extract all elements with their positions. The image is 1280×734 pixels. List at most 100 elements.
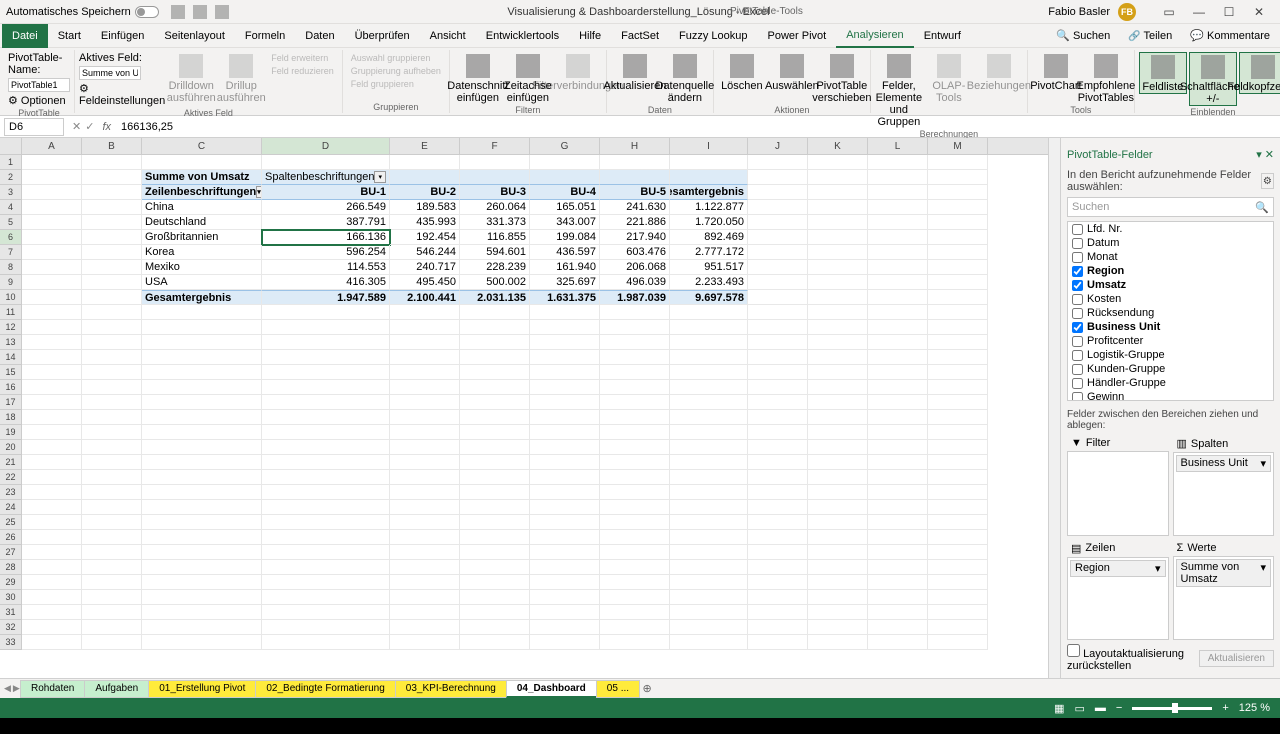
cell[interactable] [22,275,82,290]
cell[interactable] [390,395,460,410]
cell[interactable] [22,620,82,635]
cell[interactable] [600,350,670,365]
field-checkbox[interactable] [1072,322,1083,333]
cell[interactable] [22,560,82,575]
cell[interactable] [808,320,868,335]
cell[interactable] [600,620,670,635]
cell[interactable] [460,440,530,455]
cell[interactable] [460,530,530,545]
field-item[interactable]: Rücksendung [1068,306,1273,320]
cell[interactable] [530,350,600,365]
fx-icon[interactable]: fx [102,121,111,133]
undo-icon[interactable] [193,5,207,19]
cell[interactable] [748,320,808,335]
cell[interactable] [22,260,82,275]
cell[interactable] [82,335,142,350]
headers-button[interactable]: Feldkopfzeilen [1239,52,1280,94]
cell[interactable] [142,305,262,320]
sheet-tab[interactable]: 03_KPI-Berechnung [395,680,507,698]
field-checkbox[interactable] [1072,238,1083,249]
cell[interactable] [262,575,390,590]
row-header-23[interactable]: 23 [0,485,22,500]
cell[interactable] [530,560,600,575]
data-cell[interactable]: 325.697 [530,275,600,290]
cell[interactable] [670,350,748,365]
cell[interactable] [748,215,808,230]
cell[interactable] [748,560,808,575]
update-button[interactable]: Aktualisieren [1199,650,1274,667]
cell[interactable] [928,380,988,395]
cell[interactable] [460,635,530,650]
cell[interactable] [460,395,530,410]
cell[interactable] [600,320,670,335]
cell[interactable] [82,635,142,650]
sheet-tab[interactable]: 04_Dashboard [506,680,597,698]
cell[interactable] [390,320,460,335]
cell[interactable] [262,335,390,350]
cell[interactable] [600,590,670,605]
cell[interactable] [928,260,988,275]
cell[interactable] [460,155,530,170]
zoom-level[interactable]: 125 % [1239,702,1270,714]
cell[interactable] [142,620,262,635]
filter-drop-area[interactable] [1067,451,1169,536]
cell[interactable] [808,500,868,515]
data-cell[interactable]: 343.007 [530,215,600,230]
cell[interactable] [748,260,808,275]
data-cell[interactable]: 496.039 [600,275,670,290]
page-break-view-icon[interactable]: ▬ [1095,702,1106,714]
cell[interactable] [142,410,262,425]
cell[interactable] [460,365,530,380]
cell[interactable] [82,290,142,305]
tab-analyze[interactable]: Analysieren [836,24,913,48]
row-header-13[interactable]: 13 [0,335,22,350]
field-checkbox[interactable] [1072,252,1083,263]
cell[interactable] [142,530,262,545]
cell[interactable] [82,260,142,275]
cell[interactable] [808,350,868,365]
cell[interactable] [142,440,262,455]
cell[interactable] [868,425,928,440]
col-header-H[interactable]: H [600,138,670,154]
field-checkbox[interactable] [1072,308,1083,319]
change-source-button[interactable]: Datenquelle ändern [661,52,709,104]
cell[interactable] [928,485,988,500]
cell[interactable] [868,215,928,230]
cell[interactable] [82,350,142,365]
row-filter-button[interactable]: ▾ [256,186,262,198]
zoom-out-button[interactable]: − [1116,702,1122,714]
cell[interactable] [460,545,530,560]
sheet-nav-prev-icon[interactable]: ◀ [4,683,11,694]
cell[interactable] [460,335,530,350]
row-header-19[interactable]: 19 [0,425,22,440]
cell[interactable] [530,395,600,410]
cell[interactable] [670,515,748,530]
cell[interactable] [928,545,988,560]
cell[interactable] [22,500,82,515]
cell[interactable] [748,275,808,290]
cell[interactable] [262,380,390,395]
cell[interactable] [748,410,808,425]
cell[interactable] [928,635,988,650]
page-layout-view-icon[interactable]: ▭ [1075,702,1085,715]
cell[interactable] [808,470,868,485]
cell[interactable] [600,545,670,560]
redo-icon[interactable] [215,5,229,19]
cell[interactable] [868,155,928,170]
data-cell[interactable]: 206.068 [600,260,670,275]
cell[interactable] [600,455,670,470]
cell[interactable] [22,380,82,395]
cell[interactable] [868,170,928,185]
cell[interactable] [670,560,748,575]
cell[interactable] [868,530,928,545]
cell[interactable] [868,455,928,470]
cell[interactable] [262,410,390,425]
col-header-C[interactable]: C [142,138,262,154]
field-checkbox[interactable] [1072,294,1083,305]
cell[interactable] [670,470,748,485]
save-icon[interactable] [171,5,185,19]
cell[interactable] [262,305,390,320]
cell[interactable] [530,365,600,380]
row-header-11[interactable]: 11 [0,305,22,320]
cell[interactable] [670,170,748,185]
